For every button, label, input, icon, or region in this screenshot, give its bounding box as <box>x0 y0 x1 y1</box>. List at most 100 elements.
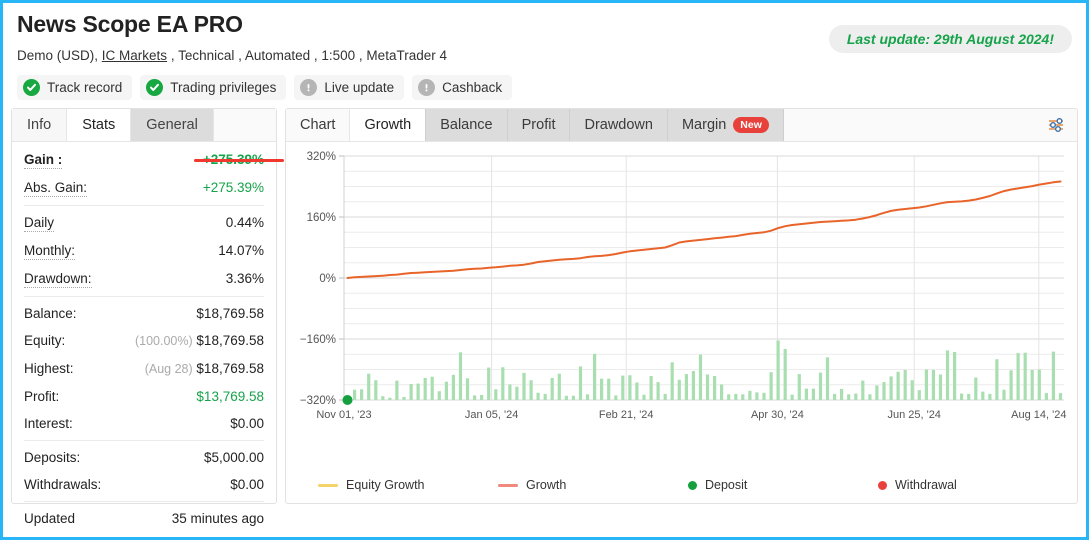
stat-row: Updated 35 minutes ago <box>24 505 264 532</box>
check-circle-icon <box>146 79 164 96</box>
stat-row: Withdrawals: $0.00 <box>24 471 264 498</box>
stat-row: Monthly: 14.07% <box>24 237 264 265</box>
stat-label: Profit: <box>24 389 60 404</box>
exclamation-circle-icon <box>300 79 318 96</box>
info-tab-general[interactable]: General <box>131 109 214 141</box>
stat-value: $18,769.58 <box>196 306 264 321</box>
stat-label: Highest: <box>24 361 74 376</box>
stat-value-wrap: $0.00 <box>230 415 264 432</box>
stat-value-wrap: $5,000.00 <box>204 449 264 466</box>
stat-value: $18,769.58 <box>196 333 264 348</box>
stat-value: $0.00 <box>230 477 264 492</box>
legend-line-swatch <box>498 483 518 487</box>
stat-value: +275.39% <box>202 180 264 195</box>
svg-text:Nov 01, '23: Nov 01, '23 <box>316 409 371 421</box>
stats-divider <box>24 501 264 502</box>
verification-badge[interactable]: Live update <box>294 75 405 100</box>
stat-value: 35 minutes ago <box>171 511 264 526</box>
stat-value: 14.07% <box>218 243 264 258</box>
stat-label: Drawdown: <box>24 271 92 288</box>
stat-row: Profit: $13,769.58 <box>24 383 264 410</box>
stat-label: Daily <box>24 215 55 232</box>
stat-label: Interest: <box>24 416 73 431</box>
verification-badges: Track record Trading privileges Live updat… <box>17 75 1072 100</box>
stat-value-wrap: 0.44% <box>226 214 264 231</box>
info-panel-tabs: Info Stats General <box>12 109 276 142</box>
verification-badge[interactable]: Track record <box>17 75 133 100</box>
header: News Scope EA PRO Demo (USD), IC Markets… <box>3 3 1086 100</box>
stat-value-wrap: 35 minutes ago <box>172 510 264 527</box>
chart-tab-drawdown[interactable]: Drawdown <box>570 109 668 141</box>
chart-tab-margin[interactable]: Margin New <box>667 109 784 141</box>
legend-label: Growth <box>526 478 567 492</box>
verification-badge-label: Live update <box>324 80 395 95</box>
stats-divider <box>24 205 264 206</box>
chart-tab-balance[interactable]: Balance <box>426 109 508 141</box>
chart-tab-label: Profit <box>521 117 556 133</box>
verification-badge[interactable]: Trading privileges <box>140 75 287 100</box>
svg-text:Apr 30, '24: Apr 30, '24 <box>751 409 804 421</box>
stat-value-wrap: $13,769.58 <box>196 388 264 405</box>
stat-value: $13,769.58 <box>196 389 264 404</box>
stat-row: Tracking10 <box>24 532 264 540</box>
info-tab-stats[interactable]: Stats <box>67 109 132 141</box>
gain-highlight-annotation <box>194 159 284 162</box>
new-badge: New <box>733 117 769 133</box>
stat-value: $0.00 <box>230 416 264 431</box>
stat-value: 0.44% <box>225 215 264 230</box>
verification-badge-label: Cashback <box>442 80 503 95</box>
legend-item[interactable]: Growth <box>498 478 566 492</box>
stat-value-wrap: $18,769.58 <box>196 305 264 322</box>
stat-value: 3.36% <box>225 271 264 286</box>
chart-tab-chart[interactable]: Chart <box>286 109 351 141</box>
legend-label: Equity Growth <box>346 478 425 492</box>
svg-text:Feb 21, '24: Feb 21, '24 <box>599 409 654 421</box>
stat-label: Balance: <box>24 306 77 321</box>
legend-item[interactable]: Equity Growth <box>318 478 425 492</box>
stat-value: $18,769.58 <box>196 361 264 376</box>
account-type: Demo (USD), <box>17 48 99 63</box>
legend-dot-swatch <box>878 480 887 490</box>
legend-item[interactable]: Withdrawal <box>878 478 957 492</box>
svg-text:−320%: −320% <box>300 395 336 407</box>
svg-text:320%: 320% <box>307 151 336 163</box>
stat-row: Highest: (Aug 28) $18,769.58 <box>24 355 264 383</box>
growth-chart[interactable]: 320% 160% 0% −160% −320% Nov 01, '23 Jan 05, '… <box>286 142 1077 492</box>
stat-row: Balance: $18,769.58 <box>24 300 264 327</box>
svg-text:−160%: −160% <box>300 334 336 346</box>
stat-row: Interest: $0.00 <box>24 410 264 437</box>
verification-badge-label: Trading privileges <box>170 80 277 95</box>
chart-tab-label: Balance <box>440 117 493 133</box>
info-tab-info[interactable]: Info <box>12 109 68 141</box>
stats-list: Gain : +275.39%Abs. Gain: +275.39% Daily 0.4… <box>12 142 276 540</box>
stat-label: Equity: <box>24 333 66 348</box>
stat-value-wrap: (100.00%) $18,769.58 <box>135 332 264 350</box>
stat-value-prefix: (100.00%) <box>134 334 193 348</box>
stat-value: $5,000.00 <box>203 450 264 465</box>
legend-label: Deposit <box>705 478 748 492</box>
svg-text:Jun 25, '24: Jun 25, '24 <box>887 409 940 421</box>
chart-tab-growth[interactable]: Growth <box>350 109 427 141</box>
info-panel: InfoStatsGeneral Gain :+275.39%Abs. Gain… <box>11 108 284 540</box>
svg-text:Jan 05, '24: Jan 05, '24 <box>465 409 518 421</box>
chart-tab-label: Chart <box>300 117 336 133</box>
legend-item[interactable]: Deposit <box>688 478 747 492</box>
verification-badge[interactable]: Cashback <box>412 75 513 100</box>
chart-panel-tabs: Chart Growth Balance Profit Drawdown Margin Ne… <box>286 109 1077 142</box>
broker-link[interactable]: IC Markets <box>102 48 167 63</box>
stat-label: Updated <box>24 511 76 526</box>
chart-tab-label: Drawdown <box>584 117 653 133</box>
svg-text:0%: 0% <box>319 273 336 285</box>
stat-value-wrap: 3.36% <box>226 270 264 287</box>
chart-panel: Chart Growth Balance Profit Drawdown Margin Ne… <box>285 108 1078 504</box>
body: InfoStatsGeneral Gain :+275.39%Abs. Gain… <box>3 100 1086 540</box>
stat-value-wrap: (Aug 28) $18,769.58 <box>145 360 264 378</box>
stat-label: Abs. Gain: <box>24 180 88 197</box>
chart-tab-profit[interactable]: Profit <box>507 109 571 141</box>
stat-row: Equity: (100.00%) $18,769.58 <box>24 327 264 355</box>
stat-row: Deposits: $5,000.00 <box>24 444 264 471</box>
account-stats-widget: News Scope EA PRO Demo (USD), IC Markets… <box>0 0 1089 540</box>
chart-settings-button[interactable] <box>1043 112 1069 138</box>
stat-value-wrap: 14.07% <box>218 242 264 259</box>
stats-divider <box>24 296 264 297</box>
